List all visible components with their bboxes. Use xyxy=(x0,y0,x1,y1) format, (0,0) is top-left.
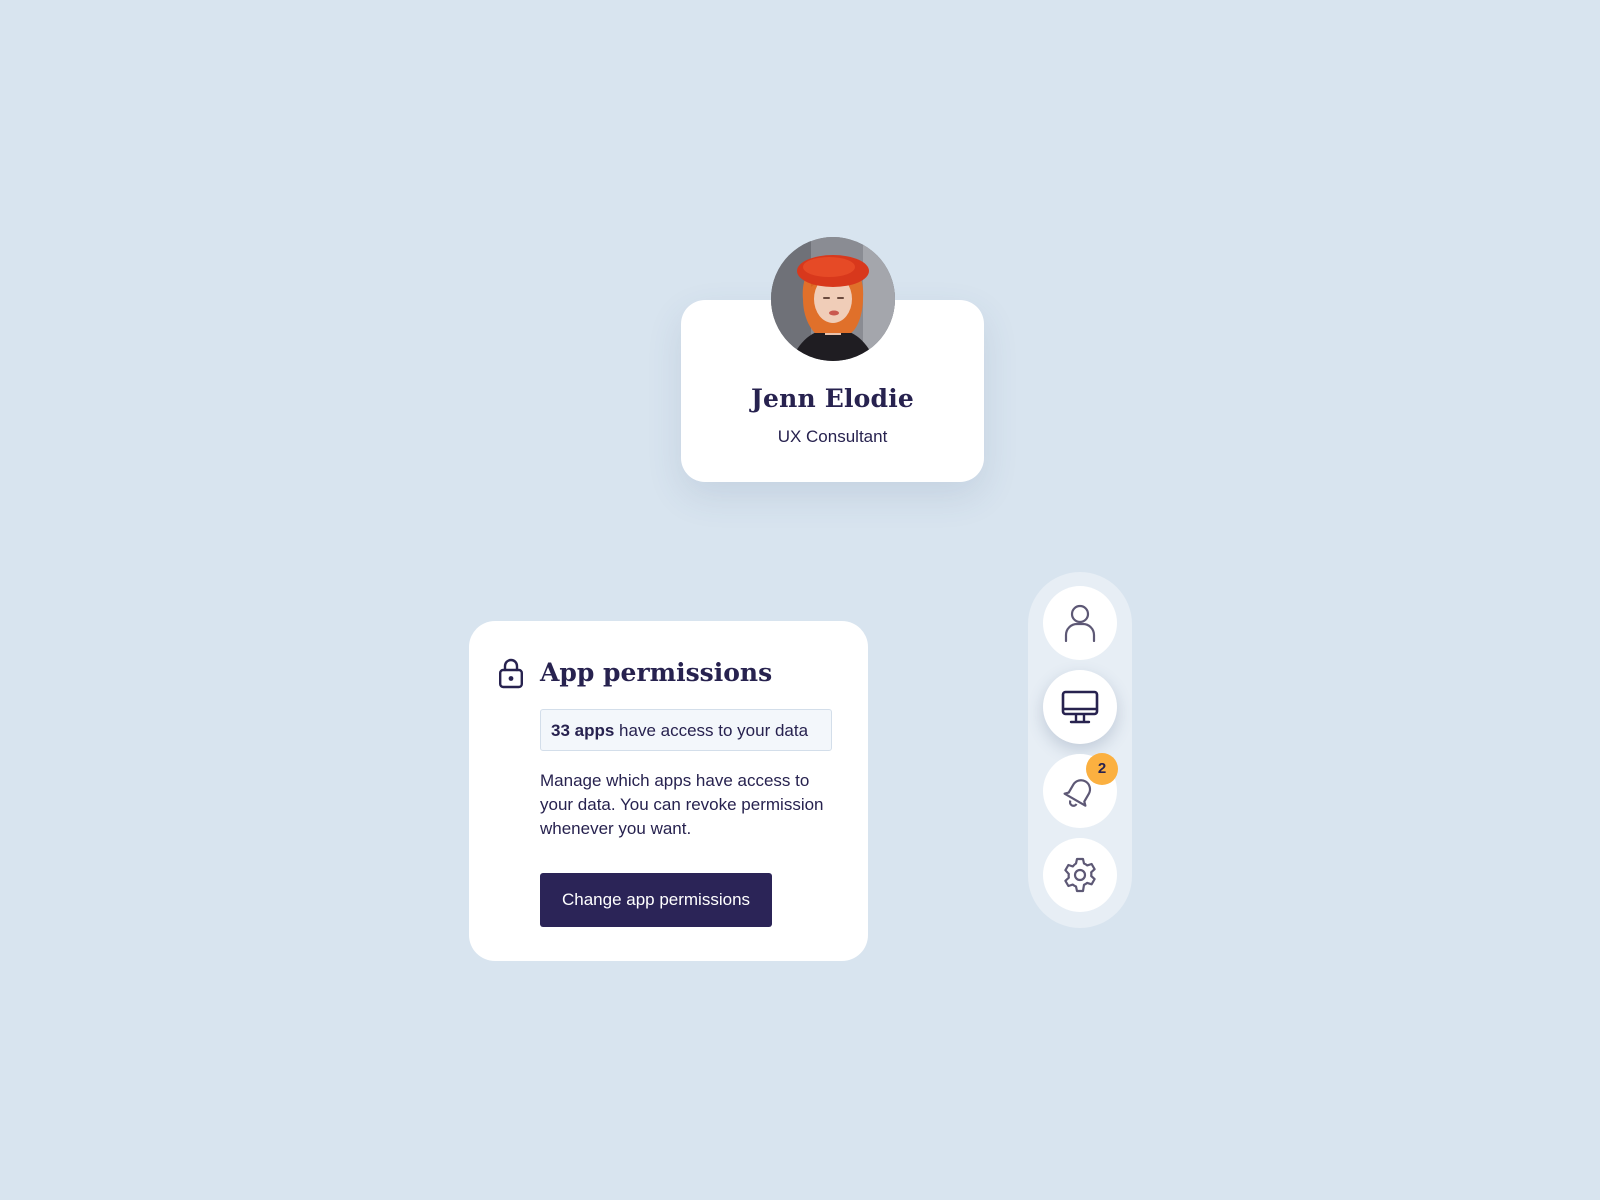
lock-icon xyxy=(499,658,524,689)
settings-button[interactable] xyxy=(1043,838,1117,912)
change-app-permissions-button[interactable]: Change app permissions xyxy=(540,873,772,927)
user-icon xyxy=(1064,604,1096,642)
app-permissions-card: App permissions 33 apps have access to y… xyxy=(469,621,868,961)
permissions-description: Manage which apps have access to your da… xyxy=(540,771,824,838)
avatar-photo xyxy=(771,237,895,361)
monitor-icon xyxy=(1061,690,1099,724)
profile-button[interactable] xyxy=(1043,586,1117,660)
gear-icon xyxy=(1064,857,1096,893)
profile-name: Jenn Elodie xyxy=(750,384,915,413)
icon-rail: 2 xyxy=(1028,572,1132,928)
apps-access-badge: 33 apps have access to your data xyxy=(540,709,832,751)
profile-role: UX Consultant xyxy=(777,427,888,446)
notification-count-badge: 2 xyxy=(1086,753,1118,785)
apps-access-text: have access to your data xyxy=(614,721,809,740)
permissions-title: App permissions xyxy=(540,658,773,687)
display-button[interactable] xyxy=(1043,670,1117,744)
apps-count: 33 apps xyxy=(551,721,615,740)
avatar[interactable] xyxy=(771,237,895,361)
notifications-button[interactable]: 2 xyxy=(1043,753,1118,828)
